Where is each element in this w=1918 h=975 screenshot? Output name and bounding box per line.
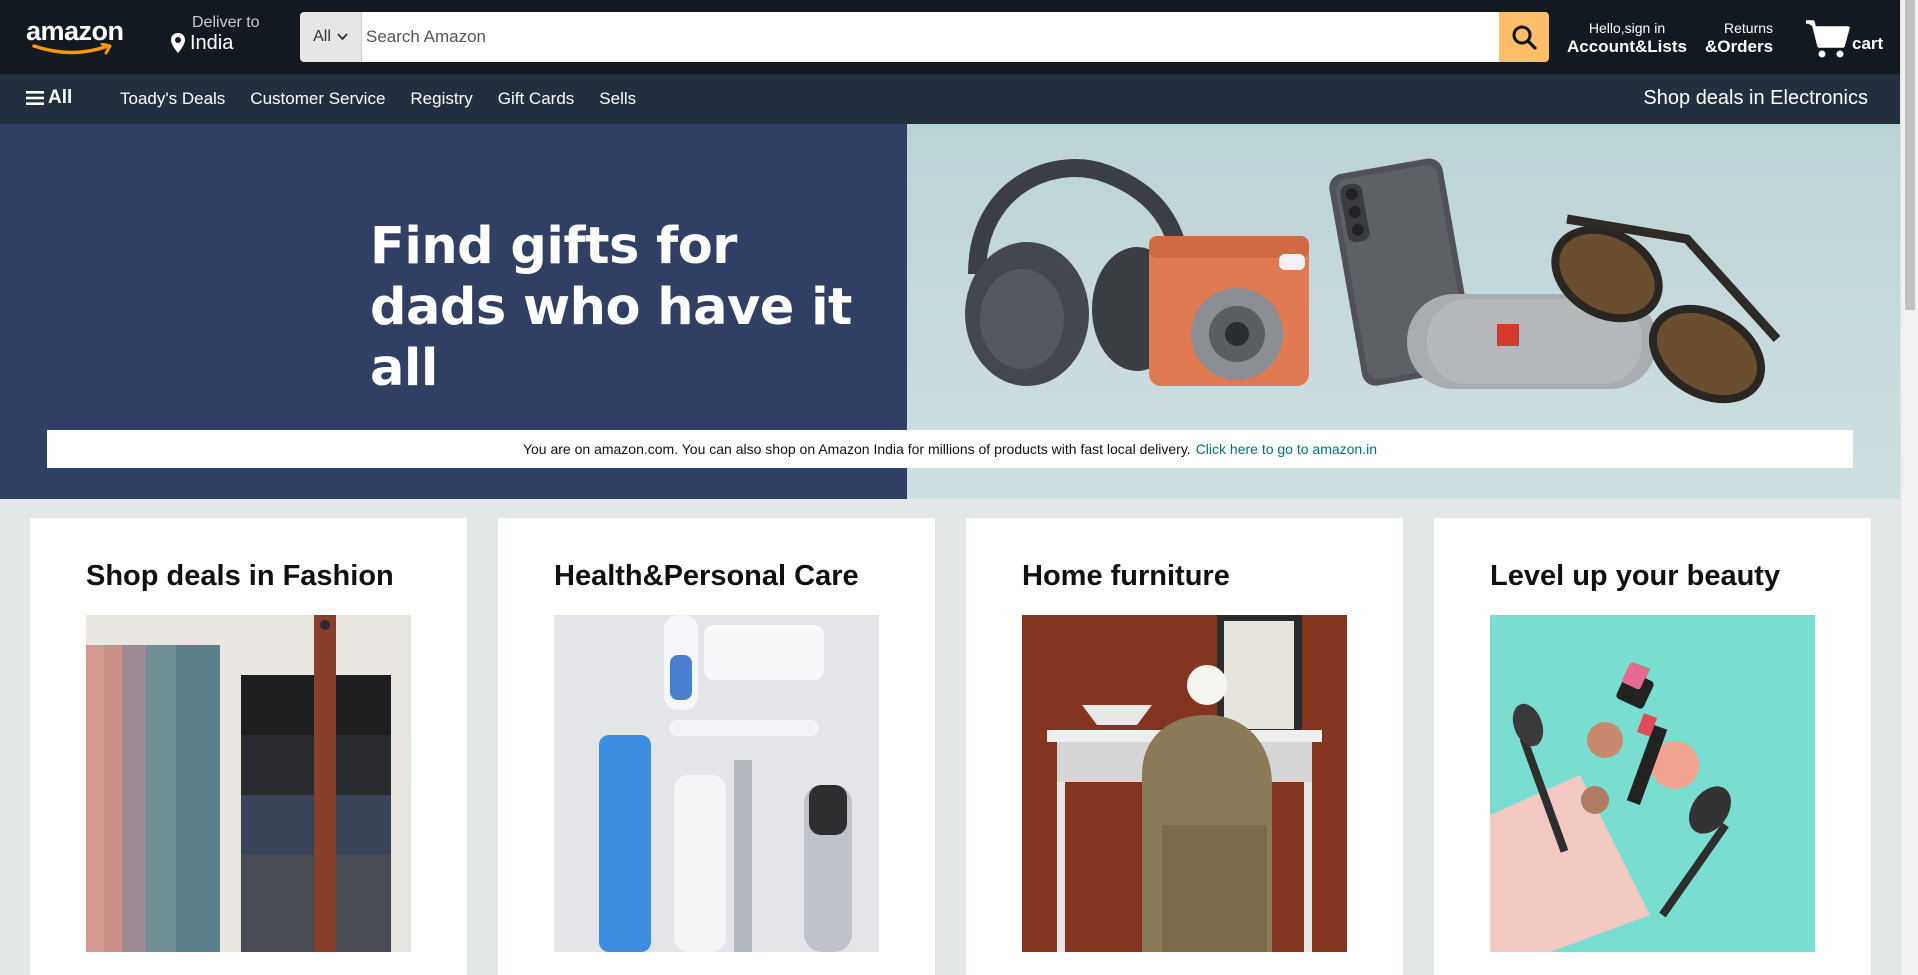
deliver-to[interactable]: Deliver to India <box>170 14 260 54</box>
page: amazon Deliver to India All Search Amazo… <box>0 0 1900 975</box>
subnav-link-gift-cards[interactable]: Gift Cards <box>498 89 575 109</box>
account-greeting: Hello,sign in <box>1588 20 1666 36</box>
card-title: Shop deals in Fashion <box>86 560 394 592</box>
subnav-link-todays-deals[interactable]: Toady's Deals <box>120 89 225 109</box>
cart-icon <box>1806 20 1850 58</box>
cart-label: cart <box>1852 34 1884 53</box>
logo-text: amazon <box>26 16 124 46</box>
deliver-location: India <box>190 32 234 54</box>
vertical-scrollbar[interactable] <box>1900 0 1918 975</box>
cart-button[interactable]: cart <box>1804 12 1883 60</box>
notice-text: You are on amazon.com. You can also shop… <box>522 441 1191 457</box>
search-button[interactable] <box>1499 12 1549 62</box>
account-label: Account&Lists <box>1567 37 1687 56</box>
deliver-label: Deliver to <box>192 14 260 31</box>
location-pin-icon <box>171 33 185 53</box>
all-menu-label: All <box>48 87 73 108</box>
orders-label: &Orders <box>1705 37 1774 56</box>
hero-title: Find gifts for dads who have it all <box>370 216 907 399</box>
instant-camera-graphic <box>1149 236 1309 386</box>
subnav-link-registry[interactable]: Registry <box>410 89 472 109</box>
amazon-india-link[interactable]: Click here to go to amazon.in <box>1196 441 1377 457</box>
hero-banner[interactable]: Find gifts for dads who have it all You … <box>0 124 1900 499</box>
search-input[interactable] <box>362 12 1499 62</box>
card-title: Health&Personal Care <box>554 560 859 592</box>
hero-title-line2: dads who have it all <box>370 278 852 398</box>
sub-navbar: All Toady's Deals Customer Service Regis… <box>0 74 1900 124</box>
search-bar: All <box>300 12 1549 62</box>
subnav-link-sells[interactable]: Sells <box>599 89 636 109</box>
category-card-beauty[interactable]: Level up your beauty <box>1434 518 1871 975</box>
returns-orders[interactable]: Returns &Orders <box>1705 20 1773 57</box>
hamburger-menu-icon <box>26 91 44 105</box>
electronics-products-illustration <box>965 158 1781 404</box>
search-icon <box>1512 25 1537 50</box>
fashion-image[interactable] <box>86 615 411 952</box>
scrollbar-thumb[interactable] <box>1905 0 1915 310</box>
returns-label: Returns <box>1724 20 1774 36</box>
search-category-select[interactable]: All <box>300 12 362 62</box>
card-title: Level up your beauty <box>1490 560 1781 592</box>
makeup-graphic <box>1490 615 1815 952</box>
category-card-furniture[interactable]: Home furniture <box>966 518 1403 975</box>
account-lists[interactable]: Hello,sign in Account&Lists <box>1567 20 1687 57</box>
desk-chair-graphic <box>1022 615 1347 952</box>
furniture-image[interactable] <box>1022 615 1347 952</box>
search-category-label: All <box>313 28 331 45</box>
chevron-down-icon <box>337 33 348 41</box>
toiletries-graphic <box>554 615 879 952</box>
subnav-electronics-deals[interactable]: Shop deals in Electronics <box>1643 87 1868 110</box>
hero-title-line1: Find gifts for <box>370 217 737 276</box>
category-card-health[interactable]: Health&Personal Care <box>498 518 935 975</box>
amazon-logo[interactable]: amazon <box>26 16 136 56</box>
hanging-scarves-graphic <box>86 615 411 952</box>
health-image[interactable] <box>554 615 879 952</box>
card-title: Home furniture <box>1022 560 1230 592</box>
category-card-fashion[interactable]: Shop deals in Fashion <box>30 518 467 975</box>
beauty-image[interactable] <box>1490 615 1815 952</box>
top-navbar: amazon Deliver to India All Search Amazo… <box>0 0 1900 74</box>
smile-arrow-icon <box>32 43 112 55</box>
amazon-india-notice: You are on amazon.com. You can also shop… <box>47 430 1853 468</box>
subnav-links: Toady's Deals Customer Service Registry … <box>120 89 661 109</box>
subnav-link-customer-service[interactable]: Customer Service <box>250 89 385 109</box>
all-menu-button[interactable]: All <box>26 87 72 109</box>
